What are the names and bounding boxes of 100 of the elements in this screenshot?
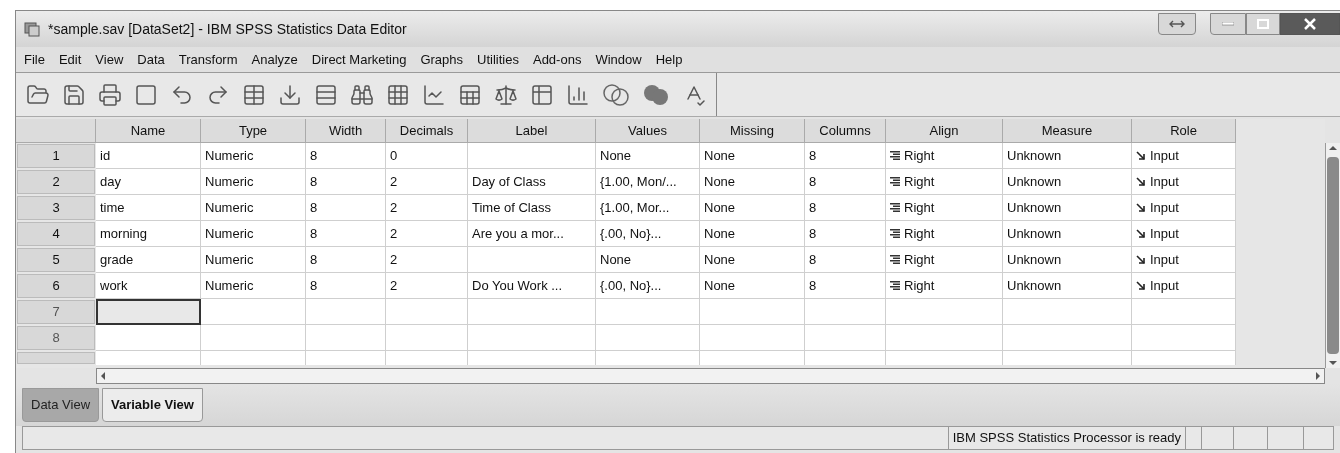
menu-item[interactable]: Analyze xyxy=(251,49,298,70)
align-right-icon xyxy=(890,177,900,186)
column-header[interactable]: Missing xyxy=(700,119,805,143)
table-cell: 2 xyxy=(386,169,468,195)
square-icon[interactable] xyxy=(134,82,158,107)
table-cell: Numeric xyxy=(201,195,306,221)
menu-item[interactable]: View xyxy=(95,49,124,70)
rows-icon[interactable] xyxy=(314,82,338,107)
bar-chart-icon[interactable] xyxy=(566,82,590,107)
column-header[interactable]: Decimals xyxy=(386,119,468,143)
maximize-button[interactable] xyxy=(1246,13,1280,35)
table-icon[interactable] xyxy=(530,82,554,107)
scroll-thumb[interactable] xyxy=(1327,157,1339,354)
table-cell[interactable]: morning xyxy=(96,221,201,247)
menu-item[interactable]: Help xyxy=(655,49,683,70)
table-cell: {.00, No}... xyxy=(596,273,700,299)
table-cell: 0 xyxy=(386,143,468,169)
column-header[interactable]: Role xyxy=(1132,119,1236,143)
table-cell: Input xyxy=(1132,143,1236,169)
table-cell: Numeric xyxy=(201,221,306,247)
tab[interactable]: Data View xyxy=(22,388,99,422)
table-cell: Right xyxy=(886,143,1003,169)
column-header[interactable]: Width xyxy=(306,119,386,143)
menu-item[interactable]: Add-ons xyxy=(532,49,582,70)
table-cell: Unknown xyxy=(1003,195,1132,221)
minimize-icon xyxy=(1222,22,1234,26)
column-header[interactable]: Measure xyxy=(1003,119,1132,143)
table-cell[interactable]: id xyxy=(96,143,201,169)
row-header[interactable]: 7 xyxy=(17,300,95,324)
table-icon[interactable] xyxy=(242,82,266,107)
grid-icon[interactable] xyxy=(386,82,410,107)
column-header[interactable]: Columns xyxy=(805,119,886,143)
row-header[interactable]: 2 xyxy=(17,170,95,194)
binoculars-icon[interactable] xyxy=(350,82,374,107)
table-cell: 8 xyxy=(805,169,886,195)
selected-cell[interactable] xyxy=(96,299,201,325)
table-cell: Unknown xyxy=(1003,143,1132,169)
row-header[interactable]: 6 xyxy=(17,274,95,298)
close-button[interactable] xyxy=(1280,13,1340,35)
folder-icon[interactable] xyxy=(26,82,50,107)
horizontal-scrollbar[interactable] xyxy=(96,368,1325,384)
menu-item[interactable]: Data xyxy=(137,49,165,70)
table-cell: Numeric xyxy=(201,247,306,273)
row-header[interactable]: 4 xyxy=(17,222,95,246)
table-cell: 8 xyxy=(805,221,886,247)
arrow-icon xyxy=(1136,254,1146,265)
venn-circles-icon[interactable] xyxy=(602,82,630,107)
arrow-icon xyxy=(1136,280,1146,291)
resize-button[interactable] xyxy=(1158,13,1196,35)
row-header[interactable]: 8 xyxy=(17,326,95,350)
row-header[interactable]: 5 xyxy=(17,248,95,272)
table-cell: 2 xyxy=(386,273,468,299)
menu-item[interactable]: File xyxy=(24,49,45,70)
scale-icon[interactable] xyxy=(494,82,518,107)
arrow-icon xyxy=(1136,176,1146,187)
table-cell: None xyxy=(700,169,805,195)
align-right-icon xyxy=(890,151,900,160)
double-arrow-icon xyxy=(1169,20,1185,28)
column-header[interactable]: Label xyxy=(468,119,596,143)
arrow-icon xyxy=(1136,202,1146,213)
table-cell: 8 xyxy=(306,143,386,169)
column-header[interactable]: Align xyxy=(886,119,1003,143)
table-cell[interactable]: work xyxy=(96,273,201,299)
menu-item[interactable]: Utilities xyxy=(477,49,519,70)
table-cell[interactable]: grade xyxy=(96,247,201,273)
row-header[interactable]: 3 xyxy=(17,196,95,220)
table-cell: Unknown xyxy=(1003,169,1132,195)
column-header[interactable]: Name xyxy=(96,119,201,143)
align-right-icon xyxy=(890,281,900,290)
table-cell: Day of Class xyxy=(468,169,596,195)
menu-item[interactable]: Direct Marketing xyxy=(311,49,407,70)
spreadsheet-icon[interactable] xyxy=(458,82,482,107)
column-header[interactable]: Type xyxy=(201,119,306,143)
table-cell: Are you a mor... xyxy=(468,221,596,247)
save-icon[interactable] xyxy=(62,82,86,107)
column-header[interactable]: Values xyxy=(596,119,700,143)
menu-item[interactable]: Edit xyxy=(58,49,82,70)
down-arrow-icon[interactable] xyxy=(1328,358,1338,368)
filled-circles-icon[interactable] xyxy=(642,82,670,107)
up-arrow-icon[interactable] xyxy=(1328,143,1338,153)
menu-item[interactable]: Transform xyxy=(178,49,238,70)
align-right-icon xyxy=(890,229,900,238)
row-header[interactable]: 1 xyxy=(17,144,95,168)
table-cell[interactable]: day xyxy=(96,169,201,195)
menu-item[interactable]: Window xyxy=(595,49,642,70)
menu-item[interactable]: Graphs xyxy=(420,49,464,70)
arrow-icon xyxy=(1136,228,1146,239)
table-cell: Input xyxy=(1132,247,1236,273)
table-cell: Right xyxy=(886,195,1003,221)
table-cell: None xyxy=(700,143,805,169)
table-cell: Unknown xyxy=(1003,221,1132,247)
table-cell[interactable]: time xyxy=(96,195,201,221)
vertical-scrollbar[interactable] xyxy=(1325,143,1340,368)
line-chart-icon[interactable] xyxy=(422,82,446,107)
table-cell: Right xyxy=(886,247,1003,273)
table-cell[interactable] xyxy=(96,325,201,351)
tab[interactable]: Variable View xyxy=(102,388,203,422)
table-cell: Right xyxy=(886,273,1003,299)
printer-icon[interactable] xyxy=(98,82,122,107)
download-icon[interactable] xyxy=(278,82,302,107)
